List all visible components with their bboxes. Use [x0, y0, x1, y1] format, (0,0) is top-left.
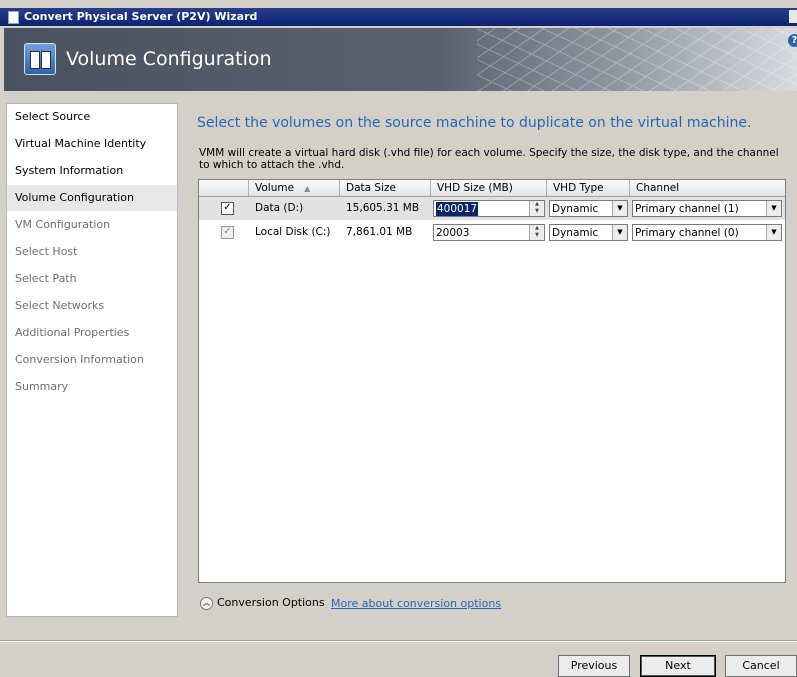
data-size: 15,605.31 MB: [346, 202, 420, 214]
vhd-size-value[interactable]: 20003: [436, 226, 469, 240]
wizard-icon: [24, 43, 56, 75]
main-content: Select the volumes on the source machine…: [184, 103, 797, 618]
spin-up-icon[interactable]: ▲: [530, 225, 544, 232]
sidebar-item-additional-properties: Additional Properties: [15, 326, 130, 339]
conversion-options-toggle[interactable]: ︽ Conversion Options: [200, 596, 325, 610]
cancel-button[interactable]: Cancel: [725, 655, 797, 677]
dropdown-arrow-icon[interactable]: ▼: [766, 201, 781, 216]
sidebar-item-select-host: Select Host: [15, 245, 78, 258]
window-icon: [8, 11, 19, 24]
spin-up-icon[interactable]: ▲: [530, 201, 544, 208]
channel-select[interactable]: Primary channel (0) ▼: [632, 224, 782, 241]
banner-decoration: [477, 28, 797, 91]
vhd-size-stepper[interactable]: 400017 ▲ ▼: [433, 200, 545, 217]
channel-select[interactable]: Primary channel (1) ▼: [632, 200, 782, 217]
column-header-volume[interactable]: Volume ▲: [249, 180, 340, 196]
volume-checkbox: ✓: [221, 226, 234, 239]
column-header-vhd-size[interactable]: VHD Size (MB): [431, 180, 547, 196]
volumes-table: Volume ▲ Data Size VHD Size (MB) VHD Type…: [198, 179, 786, 583]
wizard-steps-sidebar: Select Source Virtual Machine Identity S…: [6, 103, 178, 617]
page-title: Volume Configuration: [66, 48, 272, 70]
dropdown-arrow-icon[interactable]: ▼: [612, 201, 627, 216]
column-header-channel[interactable]: Channel: [630, 180, 785, 196]
column-header-data-size[interactable]: Data Size: [340, 180, 431, 196]
vhd-type-select[interactable]: Dynamic ▼: [549, 224, 628, 241]
sort-asc-icon: ▲: [304, 184, 311, 193]
sidebar-item-select-networks: Select Networks: [15, 299, 105, 312]
sidebar-item-virtual-machine-identity[interactable]: Virtual Machine Identity: [7, 131, 177, 157]
window-control-button[interactable]: [789, 10, 797, 23]
window-title: Convert Physical Server (P2V) Wizard: [24, 10, 258, 23]
table-row[interactable]: ✓ Local Disk (C:) 7,861.01 MB 20003 ▲ ▼ D…: [199, 221, 785, 244]
sidebar-item-volume-configuration[interactable]: Volume Configuration: [7, 185, 177, 211]
more-conversion-options-link[interactable]: More about conversion options: [331, 597, 501, 610]
sidebar-item-conversion-information: Conversion Information: [15, 353, 144, 366]
dropdown-arrow-icon[interactable]: ▼: [612, 225, 627, 240]
volume-checkbox[interactable]: ✓: [221, 202, 234, 215]
spin-down-icon[interactable]: ▼: [530, 208, 544, 215]
expand-chevron-icon[interactable]: ︽: [200, 596, 213, 610]
volume-name: Data (D:): [255, 202, 304, 214]
sidebar-item-select-source[interactable]: Select Source: [7, 104, 177, 130]
sidebar-item-system-information[interactable]: System Information: [7, 158, 177, 184]
help-icon[interactable]: ?: [788, 34, 797, 47]
vhd-size-value[interactable]: 400017: [436, 202, 479, 216]
vhd-type-select[interactable]: Dynamic ▼: [549, 200, 628, 217]
conversion-options-label[interactable]: Conversion Options: [217, 596, 325, 609]
sidebar-item-summary: Summary: [15, 380, 69, 393]
sidebar-item-select-path: Select Path: [15, 272, 77, 285]
table-header: Volume ▲ Data Size VHD Size (MB) VHD Type…: [199, 180, 785, 197]
spin-down-icon[interactable]: ▼: [530, 232, 544, 239]
footer-separator: [0, 640, 797, 642]
previous-button[interactable]: Previous: [558, 655, 630, 677]
vhd-size-stepper[interactable]: 20003 ▲ ▼: [433, 224, 545, 241]
column-header-select[interactable]: [199, 180, 249, 196]
column-header-vhd-type[interactable]: VHD Type: [547, 180, 630, 196]
wizard-banner: Volume Configuration ?: [4, 28, 797, 91]
next-button[interactable]: Next: [640, 655, 716, 677]
section-description: VMM will create a virtual hard disk (.vh…: [199, 147, 779, 171]
sidebar-item-vm-configuration: VM Configuration: [15, 218, 111, 231]
dropdown-arrow-icon[interactable]: ▼: [766, 225, 781, 240]
title-bar: Convert Physical Server (P2V) Wizard: [0, 8, 797, 26]
section-heading: Select the volumes on the source machine…: [197, 115, 752, 131]
volume-name: Local Disk (C:): [255, 226, 331, 238]
data-size: 7,861.01 MB: [346, 226, 413, 238]
table-row[interactable]: ✓ Data (D:) 15,605.31 MB 400017 ▲ ▼ Dynam…: [199, 197, 785, 220]
